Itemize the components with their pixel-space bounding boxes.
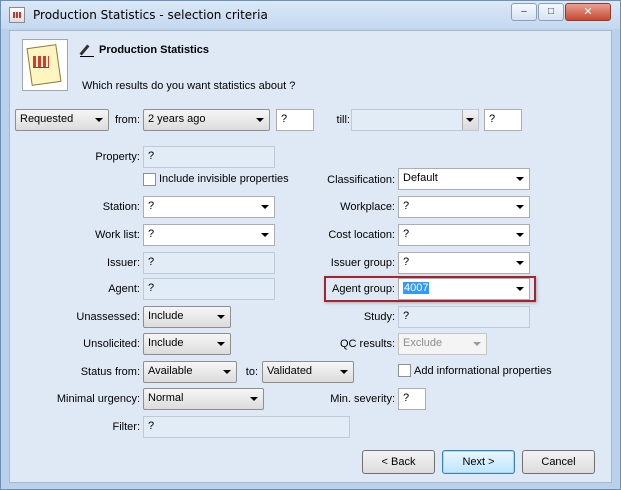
include-invisible-checkbox[interactable] (143, 173, 156, 186)
issuer-label: Issuer: (106, 257, 140, 269)
chevron-down-icon (261, 205, 269, 209)
chevron-down-icon (223, 370, 231, 374)
statistics-report-icon (22, 39, 68, 91)
status-to-label: to: (245, 366, 258, 378)
title-bar[interactable]: Production Statistics - selection criter… (1, 1, 620, 29)
cost-location-select[interactable]: ? (398, 224, 530, 246)
add-informational-checkbox[interactable] (398, 364, 411, 377)
unassessed-select[interactable]: Include (143, 306, 231, 328)
till-label: till: (336, 114, 350, 126)
study-label: Study: (363, 311, 395, 323)
request-mode-select[interactable]: Requested (15, 109, 109, 131)
minimize-button[interactable]: – (511, 3, 537, 21)
worklist-select[interactable]: ? (143, 224, 275, 246)
status-to-select[interactable]: Validated (262, 361, 354, 383)
page-heading: Production Statistics (99, 44, 210, 56)
chevron-down-icon (466, 118, 474, 122)
from-date-select[interactable]: 2 years ago (143, 109, 270, 131)
issuer-group-select[interactable]: ? (398, 252, 530, 274)
station-select[interactable]: ? (143, 196, 275, 218)
cancel-button[interactable]: Cancel (522, 450, 595, 474)
agent-group-label: Agent group: (332, 283, 395, 295)
chevron-down-icon (250, 397, 258, 401)
from-extra-field[interactable]: ? (276, 109, 314, 131)
minimal-urgency-label: Minimal urgency: (56, 393, 140, 405)
station-label: Station: (102, 201, 140, 213)
qc-results-label: QC results: (339, 338, 395, 350)
from-label: from: (114, 114, 140, 126)
agent-group-select[interactable]: 4007 (398, 278, 530, 300)
chevron-down-icon (217, 315, 225, 319)
include-invisible-label: Include invisible properties (159, 173, 289, 185)
unsolicited-select[interactable]: Include (143, 333, 231, 355)
app-icon (9, 7, 25, 23)
till-dropdown-button[interactable] (462, 110, 478, 130)
chevron-down-icon (217, 342, 225, 346)
chevron-down-icon (516, 233, 524, 237)
chevron-down-icon (340, 370, 348, 374)
filter-field[interactable]: ? (143, 416, 350, 438)
min-severity-field[interactable]: ? (398, 388, 426, 410)
edit-pencil-icon (80, 43, 94, 57)
chevron-down-icon (516, 287, 524, 291)
chevron-down-icon (473, 342, 481, 346)
filter-label: Filter: (112, 421, 141, 433)
min-severity-label: Min. severity: (330, 393, 395, 405)
agent-label: Agent: (108, 283, 140, 295)
minimal-urgency-select[interactable]: Normal (143, 388, 264, 410)
issuer-field[interactable]: ? (143, 252, 275, 274)
workplace-select[interactable]: ? (398, 196, 530, 218)
dialog-content: Production Statistics Which results do y… (9, 30, 612, 483)
status-from-label: Status from: (80, 366, 140, 378)
next-button[interactable]: Next > (442, 450, 515, 474)
property-label: Property: (95, 151, 140, 163)
classification-select[interactable]: Default (398, 168, 530, 190)
classification-label: Classification: (327, 174, 395, 186)
chevron-down-icon (256, 118, 264, 122)
study-field[interactable]: ? (398, 306, 530, 328)
issuer-group-label: Issuer group: (330, 257, 395, 269)
maximize-button[interactable]: □ (538, 3, 564, 21)
close-button[interactable]: ✕ (565, 3, 611, 21)
till-extra-field[interactable]: ? (484, 109, 522, 131)
agent-field[interactable]: ? (143, 278, 275, 300)
qc-results-select[interactable]: Exclude (398, 333, 487, 355)
till-date-select[interactable] (351, 109, 479, 131)
window-title: Production Statistics - selection criter… (33, 8, 268, 22)
chevron-down-icon (516, 261, 524, 265)
workplace-label: Workplace: (340, 201, 395, 213)
chevron-down-icon (261, 233, 269, 237)
back-button[interactable]: < Back (362, 450, 435, 474)
cost-location-label: Cost location: (328, 229, 395, 241)
chevron-down-icon (95, 118, 103, 122)
chevron-down-icon (516, 177, 524, 181)
property-field[interactable]: ? (143, 146, 275, 168)
worklist-label: Work list: (94, 229, 140, 241)
status-from-select[interactable]: Available (143, 361, 237, 383)
dialog-window: Production Statistics - selection criter… (0, 0, 621, 490)
chevron-down-icon (516, 205, 524, 209)
question-text: Which results do you want statistics abo… (82, 80, 296, 92)
add-informational-label: Add informational properties (414, 365, 552, 377)
unsolicited-label: Unsolicited: (83, 338, 140, 350)
unassessed-label: Unassessed: (76, 311, 140, 323)
